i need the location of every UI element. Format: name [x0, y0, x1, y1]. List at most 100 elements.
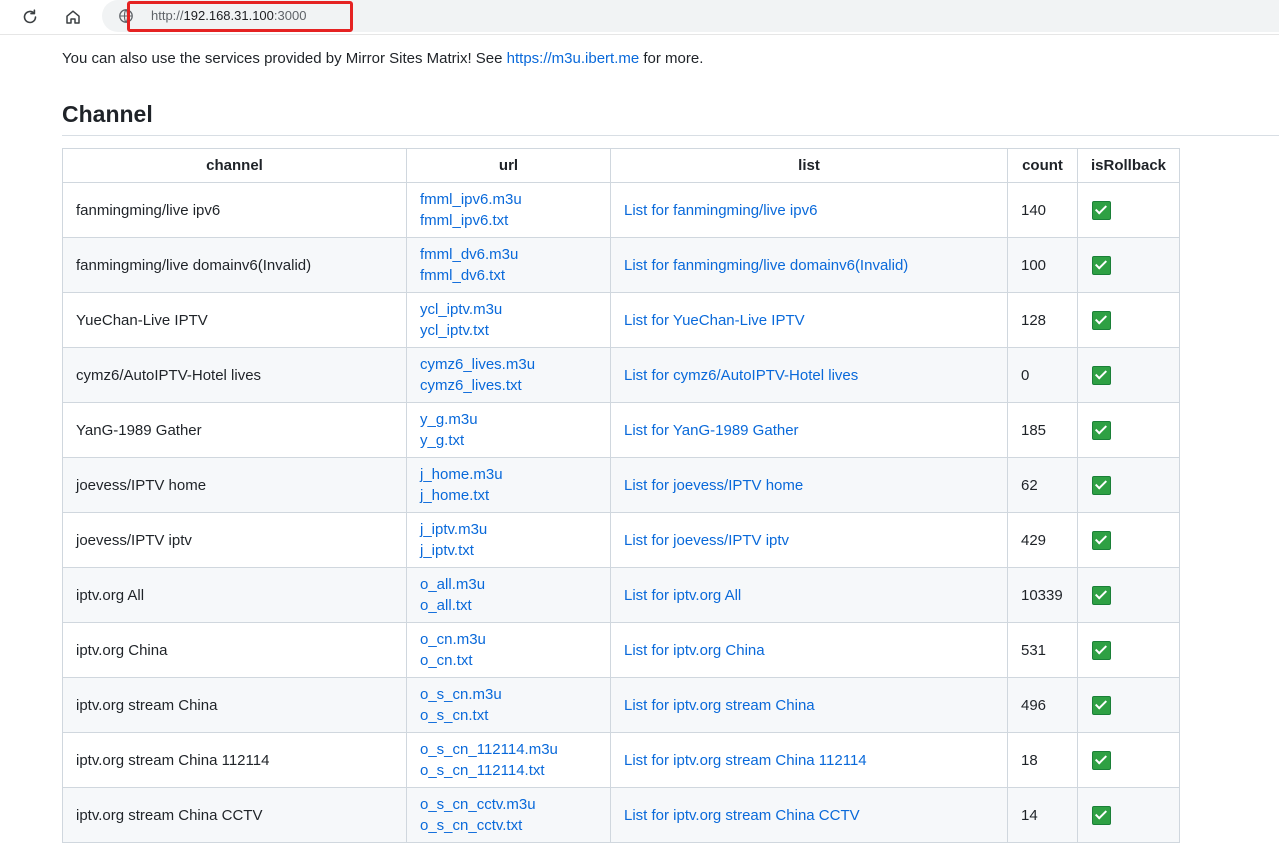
txt-link[interactable]: j_iptv.txt — [420, 540, 597, 561]
count-value: 531 — [1007, 622, 1078, 678]
reload-button[interactable] — [17, 4, 43, 30]
reload-icon — [23, 9, 37, 24]
list-link[interactable]: List for iptv.org All — [624, 587, 741, 604]
count-value: 14 — [1007, 787, 1078, 843]
rollback-cell — [1076, 347, 1181, 403]
m3u-link[interactable]: fmml_dv6.m3u — [420, 244, 597, 265]
checkmark-icon — [1092, 310, 1111, 330]
channel-name: iptv.org China — [62, 622, 407, 678]
table-row: YanG-1989 Gather y_g.m3u y_g.txt List for… — [62, 402, 1181, 458]
page-content: You can also use the services provided b… — [62, 36, 1279, 843]
header-url: url — [406, 148, 611, 183]
list-link[interactable]: List for fanmingming/live ipv6 — [624, 202, 817, 219]
m3u-link[interactable]: o_s_cn_cctv.m3u — [420, 794, 597, 815]
list-cell: List for YanG-1989 Gather — [610, 402, 1008, 458]
channel-name: iptv.org stream China 112114 — [62, 732, 407, 788]
mirror-site-link[interactable]: https://m3u.ibert.me — [507, 50, 640, 67]
list-link[interactable]: List for iptv.org stream China 112114 — [624, 752, 867, 769]
list-link[interactable]: List for YueChan-Live IPTV — [624, 312, 805, 329]
url-cell: y_g.m3u y_g.txt — [406, 402, 611, 458]
table-header-row: channel url list count isRollback — [62, 148, 1181, 183]
browser-toolbar: http://192.168.31.100:3000 — [0, 0, 1279, 35]
count-value: 496 — [1007, 677, 1078, 733]
list-cell: List for joevess/IPTV iptv — [610, 512, 1008, 568]
m3u-link[interactable]: cymz6_lives.m3u — [420, 354, 597, 375]
list-link[interactable]: List for iptv.org stream China — [624, 697, 815, 714]
checkmark-icon — [1092, 585, 1111, 605]
channel-name: fanmingming/live ipv6 — [62, 182, 407, 238]
rollback-cell — [1076, 622, 1181, 678]
m3u-link[interactable]: o_s_cn.m3u — [420, 684, 597, 705]
txt-link[interactable]: ycl_iptv.txt — [420, 320, 597, 341]
list-cell: List for YueChan-Live IPTV — [610, 292, 1008, 348]
list-link[interactable]: List for joevess/IPTV home — [624, 477, 803, 494]
m3u-link[interactable]: o_cn.m3u — [420, 629, 597, 650]
rollback-cell — [1076, 457, 1181, 513]
url-cell: j_home.m3u j_home.txt — [406, 457, 611, 513]
url-cell: o_all.m3u o_all.txt — [406, 567, 611, 623]
list-cell: List for joevess/IPTV home — [610, 457, 1008, 513]
txt-link[interactable]: o_s_cn_cctv.txt — [420, 815, 597, 836]
list-link[interactable]: List for YanG-1989 Gather — [624, 422, 799, 439]
channel-table: channel url list count isRollback fanmin… — [62, 148, 1181, 843]
checkmark-icon — [1092, 255, 1111, 275]
list-link[interactable]: List for iptv.org China — [624, 642, 765, 659]
txt-link[interactable]: y_g.txt — [420, 430, 597, 451]
list-cell: List for fanmingming/live ipv6 — [610, 182, 1008, 238]
count-value: 18 — [1007, 732, 1078, 788]
list-link[interactable]: List for cymz6/AutoIPTV-Hotel lives — [624, 367, 858, 384]
txt-link[interactable]: j_home.txt — [420, 485, 597, 506]
header-list: list — [610, 148, 1008, 183]
section-title: Channel — [62, 99, 1279, 136]
txt-link[interactable]: o_all.txt — [420, 595, 597, 616]
url-cell: fmml_dv6.m3u fmml_dv6.txt — [406, 237, 611, 293]
rollback-cell — [1076, 512, 1181, 568]
table-row: fanmingming/live domainv6(Invalid) fmml_… — [62, 237, 1181, 293]
intro-suffix: for more. — [639, 50, 704, 67]
url-cell: j_iptv.m3u j_iptv.txt — [406, 512, 611, 568]
channel-name: iptv.org stream China CCTV — [62, 787, 407, 843]
txt-link[interactable]: o_s_cn.txt — [420, 705, 597, 726]
list-link[interactable]: List for iptv.org stream China CCTV — [624, 807, 860, 824]
url-text[interactable]: http://192.168.31.100:3000 — [151, 8, 306, 23]
checkmark-icon — [1092, 475, 1111, 495]
txt-link[interactable]: o_cn.txt — [420, 650, 597, 671]
channel-name: iptv.org stream China — [62, 677, 407, 733]
txt-link[interactable]: fmml_ipv6.txt — [420, 210, 597, 231]
url-cell: o_s_cn_112114.m3u o_s_cn_112114.txt — [406, 732, 611, 788]
count-value: 128 — [1007, 292, 1078, 348]
intro-prefix: You can also use the services provided b… — [62, 50, 507, 67]
txt-link[interactable]: cymz6_lives.txt — [420, 375, 597, 396]
url-cell: o_s_cn.m3u o_s_cn.txt — [406, 677, 611, 733]
txt-link[interactable]: fmml_dv6.txt — [420, 265, 597, 286]
m3u-link[interactable]: j_iptv.m3u — [420, 519, 597, 540]
count-value: 140 — [1007, 182, 1078, 238]
txt-link[interactable]: o_s_cn_112114.txt — [420, 760, 597, 781]
list-link[interactable]: List for joevess/IPTV iptv — [624, 532, 789, 549]
table-body: fanmingming/live ipv6 fmml_ipv6.m3u fmml_… — [62, 182, 1181, 843]
list-cell: List for cymz6/AutoIPTV-Hotel lives — [610, 347, 1008, 403]
m3u-link[interactable]: ycl_iptv.m3u — [420, 299, 597, 320]
rollback-cell — [1076, 677, 1181, 733]
count-value: 100 — [1007, 237, 1078, 293]
header-channel: channel — [62, 148, 407, 183]
channel-name: iptv.org All — [62, 567, 407, 623]
table-row: fanmingming/live ipv6 fmml_ipv6.m3u fmml_… — [62, 182, 1181, 238]
url-scheme: http:// — [151, 8, 184, 23]
m3u-link[interactable]: o_all.m3u — [420, 574, 597, 595]
m3u-link[interactable]: fmml_ipv6.m3u — [420, 189, 597, 210]
channel-name: cymz6/AutoIPTV-Hotel lives — [62, 347, 407, 403]
list-link[interactable]: List for fanmingming/live domainv6(Inval… — [624, 257, 908, 274]
m3u-link[interactable]: o_s_cn_112114.m3u — [420, 739, 597, 760]
checkmark-icon — [1092, 695, 1111, 715]
home-button[interactable] — [60, 4, 86, 30]
count-value: 429 — [1007, 512, 1078, 568]
table-row: iptv.org China o_cn.m3u o_cn.txt List for… — [62, 622, 1181, 678]
count-value: 185 — [1007, 402, 1078, 458]
channel-name: joevess/IPTV iptv — [62, 512, 407, 568]
m3u-link[interactable]: y_g.m3u — [420, 409, 597, 430]
rollback-cell — [1076, 292, 1181, 348]
url-cell: cymz6_lives.m3u cymz6_lives.txt — [406, 347, 611, 403]
m3u-link[interactable]: j_home.m3u — [420, 464, 597, 485]
url-cell: o_cn.m3u o_cn.txt — [406, 622, 611, 678]
